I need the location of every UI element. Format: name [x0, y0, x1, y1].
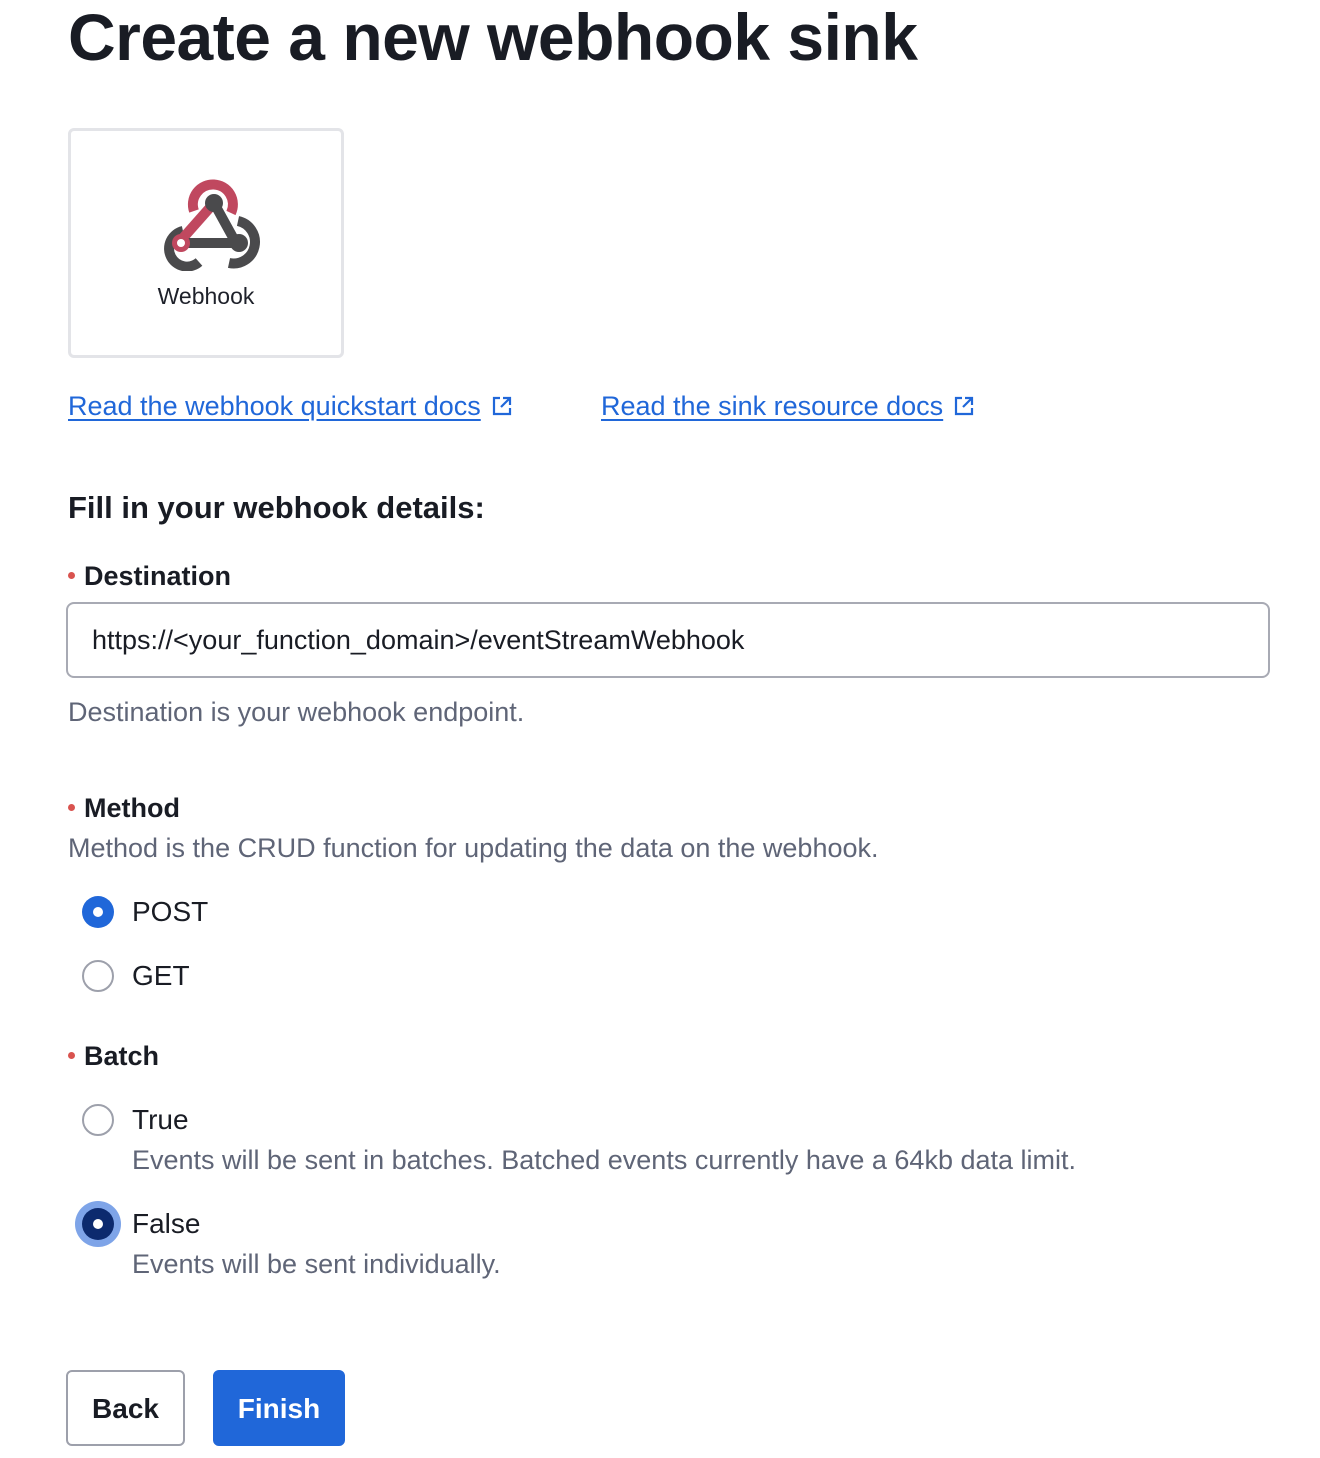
- destination-label-text: Destination: [84, 561, 232, 591]
- required-indicator: [68, 572, 75, 579]
- post-radio[interactable]: [82, 896, 114, 928]
- required-indicator: [68, 804, 75, 811]
- batch-label: Batch: [68, 1038, 159, 1074]
- external-link-icon: [955, 396, 974, 416]
- webhook-logo-icon: [164, 179, 260, 271]
- webhook-quickstart-docs-link[interactable]: Read the webhook quickstart docs: [68, 386, 513, 426]
- batch-label-text: Batch: [84, 1041, 160, 1071]
- webhook-details-heading: Fill in your webhook details:: [68, 490, 485, 525]
- destination-help-text: Destination is your webhook endpoint.: [68, 697, 525, 727]
- destination-label: Destination: [68, 558, 231, 594]
- destination-input[interactable]: [66, 602, 1270, 678]
- webhook-sink-card[interactable]: Webhook: [68, 128, 344, 358]
- external-link-icon: [492, 396, 511, 416]
- get-radio-label: GET: [132, 960, 190, 991]
- batch-true-label: True: [132, 1104, 189, 1135]
- post-radio-label: POST: [132, 896, 209, 927]
- required-indicator: [68, 1052, 75, 1059]
- webhook-card-label: Webhook: [157, 283, 255, 309]
- sink-resource-docs-label: Read the sink resource docs: [601, 391, 944, 421]
- batch-false-label: False: [132, 1208, 201, 1239]
- get-radio[interactable]: [82, 960, 114, 992]
- webhook-quickstart-docs-label: Read the webhook quickstart docs: [68, 391, 481, 421]
- batch-true-radio[interactable]: [82, 1104, 114, 1136]
- back-button[interactable]: Back: [66, 1370, 185, 1446]
- finish-button[interactable]: Finish: [213, 1370, 345, 1446]
- method-label: Method: [68, 790, 180, 826]
- method-label-text: Method: [84, 793, 180, 823]
- sink-resource-docs-link[interactable]: Read the sink resource docs: [601, 386, 975, 426]
- batch-false-description: Events will be sent individually.: [132, 1249, 501, 1279]
- method-help-text: Method is the CRUD function for updating…: [68, 833, 879, 863]
- batch-true-description: Events will be sent in batches. Batched …: [132, 1145, 1077, 1175]
- batch-false-radio[interactable]: [82, 1208, 114, 1240]
- page-title: Create a new webhook sink: [68, 0, 918, 74]
